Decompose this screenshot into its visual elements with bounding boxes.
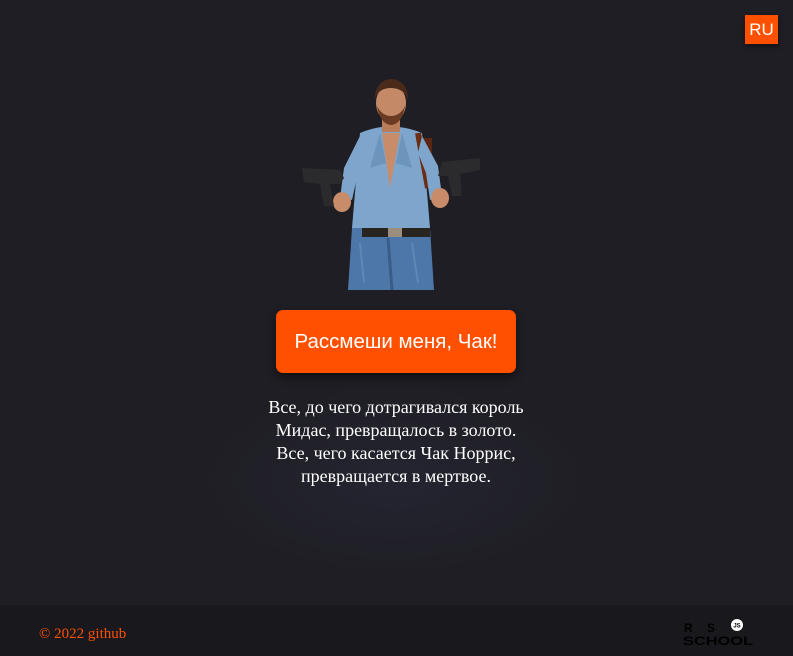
logo-letter-s: S: [707, 621, 715, 635]
logo-badge-text: JS: [733, 624, 740, 630]
logo-letter-r: R: [684, 621, 693, 635]
joke-line: Все, чего касается Чак Норрис,: [276, 443, 516, 463]
joke-button[interactable]: Рассмеши меня, Чак!: [276, 310, 516, 373]
joke-line: превращается в мертвое.: [301, 466, 491, 486]
copyright: © 2022 github: [39, 626, 126, 643]
footer: © 2022 github R S SCHOOL JS: [0, 605, 793, 656]
joke-line: Мидас, превращалось в золото.: [275, 420, 517, 440]
copyright-text: © 2022: [39, 626, 85, 642]
rs-school-logo[interactable]: R S SCHOOL JS: [683, 619, 755, 647]
joke-line: Все, до чего дотрагивался король: [268, 397, 524, 417]
github-link[interactable]: github: [88, 626, 126, 642]
language-button[interactable]: RU: [745, 15, 778, 44]
logo-school: SCHOOL: [683, 634, 753, 647]
chuck-norris-image: [302, 79, 480, 290]
joke-text: Все, до чего дотрагивался король Мидас, …: [226, 396, 566, 488]
